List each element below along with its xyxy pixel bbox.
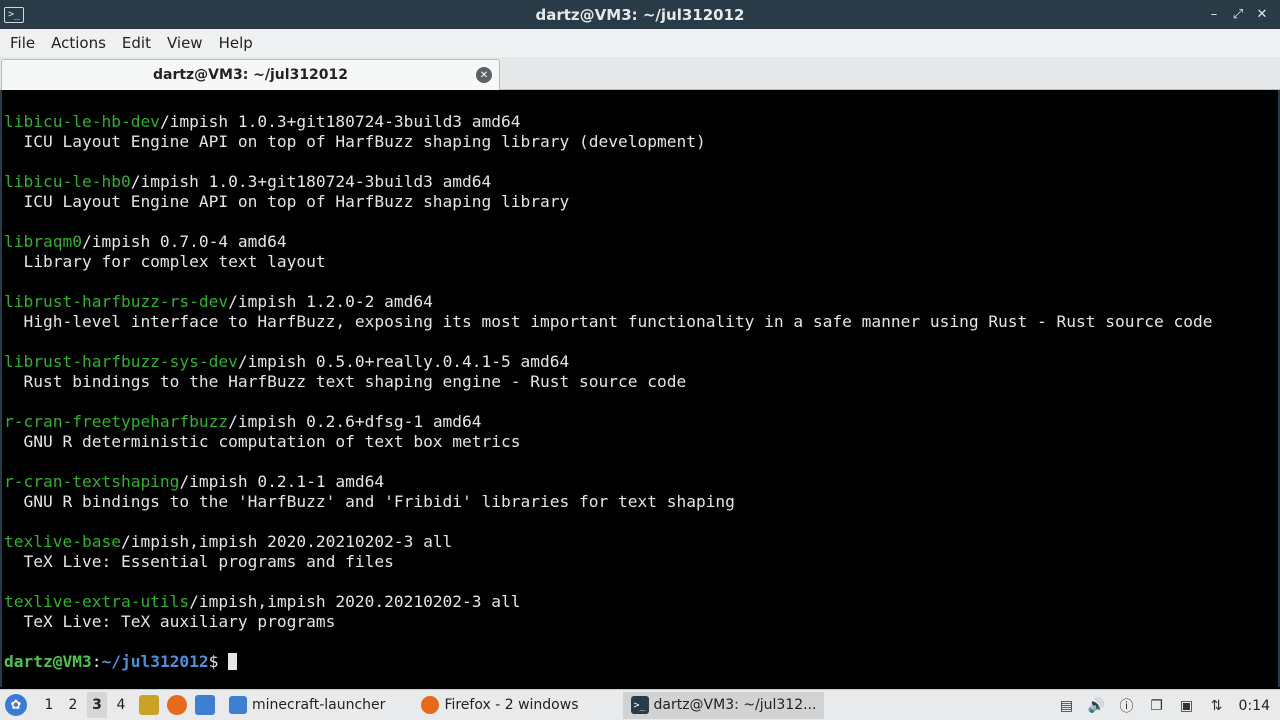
show-desktop-icon[interactable] <box>195 695 215 715</box>
display-icon[interactable]: ▣ <box>1177 696 1197 716</box>
window-title: dartz@VM3: ~/jul312012 <box>535 5 745 24</box>
prompt-user: dartz@VM3 <box>4 652 92 671</box>
workspace-1[interactable]: 1 <box>39 697 59 713</box>
menu-help[interactable]: Help <box>211 29 261 57</box>
package-version: /impish,impish 2020.20210202-3 all <box>189 592 521 611</box>
terminal-app-icon[interactable]: >_ <box>4 6 24 23</box>
workspace-3[interactable]: 3 <box>87 692 107 718</box>
package-line: r-cran-freetypeharfbuzz/impish 0.2.6+dfs… <box>4 412 1212 432</box>
package-description: GNU R bindings to the 'HarfBuzz' and 'Fr… <box>4 492 735 511</box>
start-menu-icon[interactable]: ✿ <box>5 694 27 716</box>
network-icon[interactable]: ⇅ <box>1207 696 1227 716</box>
package-line: libicu-le-hb0/impish 1.0.3+git180724-3bu… <box>4 172 1212 192</box>
package-description: TeX Live: Essential programs and files <box>4 552 394 571</box>
window-titlebar[interactable]: >_ dartz@VM3: ~/jul312012 – ⤢ ✕ <box>0 0 1280 29</box>
clipboard-icon[interactable]: ❐ <box>1147 696 1167 716</box>
menu-file[interactable]: File <box>2 29 43 57</box>
package-version: /impish 0.2.1-1 amd64 <box>179 472 385 491</box>
notification-icon[interactable]: ⓘ <box>1117 696 1137 716</box>
terminal-output: libicu-le-hb-dev/impish 1.0.3+git180724-… <box>4 112 1212 672</box>
package-line: r-cran-textshaping/impish 0.2.1-1 amd64 <box>4 472 1212 492</box>
package-version: /impish 1.2.0-2 amd64 <box>228 292 433 311</box>
package-description: High-level interface to HarfBuzz, exposi… <box>4 312 1213 331</box>
package-line: libraqm0/impish 0.7.0-4 amd64 <box>4 232 1212 252</box>
minimize-button[interactable]: – <box>1204 5 1224 25</box>
package-line: texlive-base/impish,impish 2020.20210202… <box>4 532 1212 552</box>
prompt-path: ~/jul312012 <box>101 652 209 671</box>
package-version: /impish 0.5.0+really.0.4.1-5 amd64 <box>237 352 570 371</box>
package-name: libraqm0 <box>4 232 82 251</box>
tab-bar: dartz@VM3: ~/jul312012 ✕ <box>0 57 1280 90</box>
workspace-2[interactable]: 2 <box>63 697 83 713</box>
task-label: dartz@VM3: ~/jul312... <box>653 697 817 713</box>
window-controls: – ⤢ ✕ <box>1204 0 1272 29</box>
package-name: libicu-le-hb-dev <box>4 112 160 131</box>
tab-terminal[interactable]: dartz@VM3: ~/jul312012 ✕ <box>1 59 500 90</box>
tab-label: dartz@VM3: ~/jul312012 <box>152 67 349 83</box>
package-line: librust-harfbuzz-sys-dev/impish 0.5.0+re… <box>4 352 1212 372</box>
package-name: texlive-base <box>4 532 121 551</box>
package-line: librust-harfbuzz-rs-dev/impish 1.2.0-2 a… <box>4 292 1212 312</box>
package-version: /impish 0.2.6+dfsg-1 amd64 <box>228 412 482 431</box>
taskbar: ✿ 1 2 3 4 minecraft-launcher Firefox - 2… <box>0 689 1280 720</box>
package-name: librust-harfbuzz-sys-dev <box>4 352 238 371</box>
workspace-4[interactable]: 4 <box>111 697 131 713</box>
task-label: minecraft-launcher <box>252 697 386 713</box>
package-name: libicu-le-hb0 <box>4 172 131 191</box>
system-tray: ▤ 🔊 ⓘ ❐ ▣ ⇅ 0:14 <box>1047 690 1280 720</box>
package-description: GNU R deterministic computation of text … <box>4 432 521 451</box>
folder-icon <box>229 696 247 714</box>
firefox-icon <box>421 696 440 714</box>
task-terminal[interactable]: >_ dartz@VM3: ~/jul312... <box>622 691 825 719</box>
close-button[interactable]: ✕ <box>1252 5 1272 25</box>
package-name: r-cran-freetypeharfbuzz <box>4 412 229 431</box>
package-name: texlive-extra-utils <box>4 592 190 611</box>
terminal-icon: >_ <box>630 696 649 714</box>
text-cursor <box>228 653 238 670</box>
package-description: Rust bindings to the HarfBuzz text shapi… <box>4 372 687 391</box>
task-label: Firefox - 2 windows <box>444 697 579 713</box>
package-line: texlive-extra-utils/impish,impish 2020.2… <box>4 592 1212 612</box>
menu-actions[interactable]: Actions <box>43 29 114 57</box>
terminal-view[interactable]: libicu-le-hb-dev/impish 1.0.3+git180724-… <box>0 90 1280 687</box>
package-description: ICU Layout Engine API on top of HarfBuzz… <box>4 192 570 211</box>
volume-icon[interactable]: 🔊 <box>1087 696 1107 716</box>
package-line: libicu-le-hb-dev/impish 1.0.3+git180724-… <box>4 112 1212 132</box>
menu-bar: File Actions Edit View Help <box>0 29 1280 57</box>
clock[interactable]: 0:14 <box>1239 698 1270 714</box>
prompt-line[interactable]: dartz@VM3:~/jul312012$ <box>4 652 1212 672</box>
prompt-symbol: $ <box>208 652 229 671</box>
tab-close-icon[interactable]: ✕ <box>476 67 492 83</box>
package-name: r-cran-textshaping <box>4 472 180 491</box>
package-description: ICU Layout Engine API on top of HarfBuzz… <box>4 132 706 151</box>
firefox-launcher-icon[interactable] <box>167 695 187 715</box>
package-version: /impish 0.7.0-4 amd64 <box>81 232 287 251</box>
package-version: /impish 1.0.3+git180724-3build3 amd64 <box>159 112 521 131</box>
package-version: /impish,impish 2020.20210202-3 all <box>120 532 453 551</box>
task-firefox[interactable]: Firefox - 2 windows <box>413 692 586 719</box>
package-version: /impish 1.0.3+git180724-3build3 amd64 <box>130 172 492 191</box>
maximize-button[interactable]: ⤢ <box>1228 5 1248 25</box>
package-description: TeX Live: TeX auxiliary programs <box>4 612 336 631</box>
file-manager-icon[interactable] <box>139 695 159 715</box>
prompt-separator: : <box>91 652 102 671</box>
updates-icon[interactable]: ▤ <box>1057 696 1077 716</box>
menu-edit[interactable]: Edit <box>114 29 159 57</box>
package-name: librust-harfbuzz-rs-dev <box>4 292 229 311</box>
task-minecraft-launcher[interactable]: minecraft-launcher <box>221 692 393 719</box>
menu-view[interactable]: View <box>159 29 211 57</box>
package-description: Library for complex text layout <box>4 252 326 271</box>
